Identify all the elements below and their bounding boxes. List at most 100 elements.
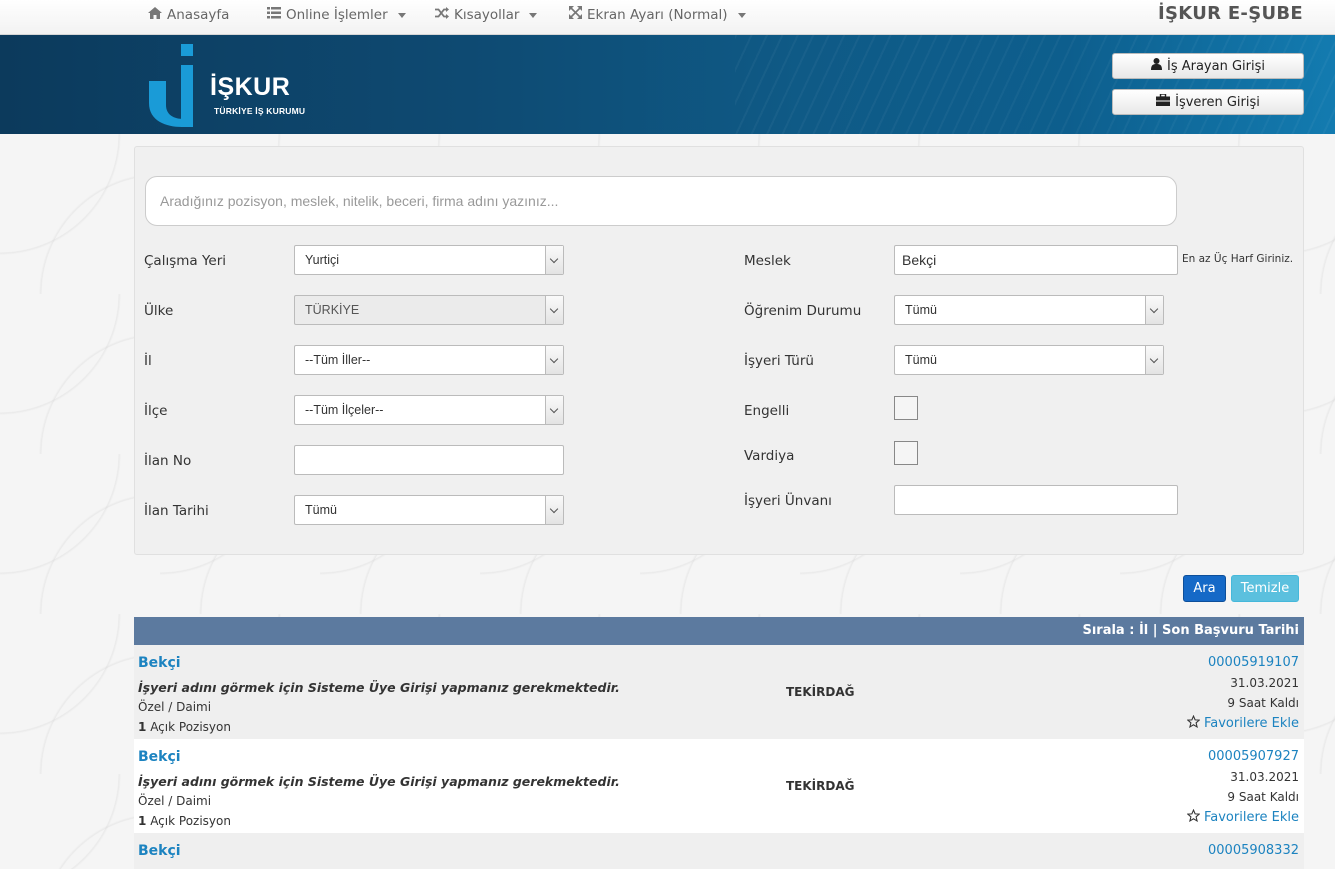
- vardiya-checkbox[interactable]: [894, 441, 918, 465]
- positions-count: 1: [138, 814, 147, 828]
- header-banner: İŞKUR TÜRKİYE İŞ KURUMU İş Arayan Girişi…: [0, 35, 1335, 134]
- chevron-down-icon: [1145, 346, 1163, 374]
- list-item: Bekçi İşyeri adını görmek için Sisteme Ü…: [134, 739, 1304, 833]
- listing-date: 31.03.2021: [1230, 770, 1299, 784]
- listing-number[interactable]: 00005907927: [1208, 749, 1299, 764]
- briefcase-icon: [1156, 93, 1171, 110]
- expand-icon: [569, 0, 582, 30]
- ilan-tarihi-select[interactable]: Tümü: [294, 495, 564, 525]
- nav-kisayollar[interactable]: Kısayollar: [435, 0, 538, 30]
- chevron-down-icon: [545, 296, 563, 324]
- listing-title[interactable]: Bekçi: [138, 843, 181, 859]
- chevron-down-icon: [545, 396, 563, 424]
- chevron-down-icon: [545, 496, 563, 524]
- search-panel: Aradığınız pozisyon, meslek, nitelik, be…: [134, 146, 1304, 555]
- calisma-yeri-label: Çalışma Yeri: [144, 253, 227, 269]
- listing-date: 31.03.2021: [1230, 676, 1299, 690]
- ulke-label: Ülke: [144, 303, 174, 319]
- chevron-down-icon: [529, 12, 538, 18]
- listing-city: TEKİRDAĞ: [786, 685, 855, 699]
- isyeri-turu-value: Tümü: [905, 353, 937, 367]
- isyeri-unvani-label: İşyeri Ünvanı: [744, 493, 832, 509]
- ogrenim-durumu-select[interactable]: Tümü: [894, 295, 1164, 325]
- meslek-input[interactable]: Bekçi: [894, 245, 1178, 275]
- listing-number[interactable]: 00005919107: [1208, 655, 1299, 670]
- nav-kisayollar-label: Kısayollar: [454, 7, 520, 23]
- il-value: --Tüm İller--: [305, 353, 371, 367]
- iskur-logo[interactable]: İŞKUR TÜRKİYE İŞ KURUMU: [148, 43, 318, 128]
- ogrenim-durumu-value: Tümü: [905, 303, 937, 317]
- listing-time-left: 9 Saat Kaldı: [1227, 790, 1299, 804]
- shuffle-icon: [435, 0, 449, 30]
- header-decoration: [735, 35, 1335, 134]
- star-icon: [1186, 714, 1201, 732]
- ulke-value: TÜRKİYE: [305, 303, 360, 317]
- logo-subtitle: TÜRKİYE İŞ KURUMU: [214, 106, 306, 116]
- list-icon: [267, 0, 281, 30]
- nav-online-islemler[interactable]: Online İşlemler: [267, 0, 406, 30]
- isyeri-turu-label: İşyeri Türü: [744, 353, 814, 369]
- vardiya-label: Vardiya: [744, 448, 795, 464]
- sort-label[interactable]: Sırala : İl | Son Başvuru Tarihi: [1082, 623, 1299, 638]
- listing-title[interactable]: Bekçi: [138, 655, 181, 671]
- listing-positions: 1 Açık Pozisyon: [138, 814, 231, 828]
- listing-positions: 1 Açık Pozisyon: [138, 720, 231, 734]
- calisma-yeri-select[interactable]: Yurtiçi: [294, 245, 564, 275]
- chevron-down-icon: [737, 12, 746, 18]
- home-icon: [148, 0, 162, 30]
- nav-home-label: Anasayfa: [167, 7, 230, 23]
- user-icon: [1150, 58, 1162, 74]
- positions-label: Açık Pozisyon: [150, 814, 231, 828]
- add-favorite-button[interactable]: Favorilere Ekle: [1186, 808, 1299, 826]
- engelli-checkbox[interactable]: [894, 396, 918, 420]
- list-item: Bekçi İşyeri adını görmek için Sisteme Ü…: [134, 645, 1304, 739]
- star-icon: [1186, 808, 1201, 826]
- listing-type: Özel / Daimi: [138, 794, 212, 808]
- ulke-select: TÜRKİYE: [294, 295, 564, 325]
- nav-ekran-ayari[interactable]: Ekran Ayarı (Normal): [569, 0, 746, 30]
- results-sort-bar: Sırala : İl | Son Başvuru Tarihi: [134, 617, 1304, 645]
- ilce-label: İlçe: [144, 403, 168, 419]
- employer-login-button[interactable]: İşveren Girişi: [1112, 89, 1304, 115]
- chevron-down-icon: [545, 246, 563, 274]
- nav-home[interactable]: Anasayfa: [148, 0, 229, 30]
- listing-time-left: 9 Saat Kaldı: [1227, 696, 1299, 710]
- ilan-tarihi-label: İlan Tarihi: [144, 503, 209, 519]
- employer-login-label: İşveren Girişi: [1175, 94, 1260, 110]
- job-seeker-login-button[interactable]: İş Arayan Girişi: [1112, 53, 1304, 79]
- ilan-no-label: İlan No: [144, 453, 192, 469]
- meslek-label: Meslek: [744, 253, 791, 269]
- list-item: Bekçi 00005908332: [134, 833, 1304, 869]
- listing-city: TEKİRDAĞ: [786, 779, 855, 793]
- isyeri-turu-select[interactable]: Tümü: [894, 345, 1164, 375]
- job-seeker-login-label: İş Arayan Girişi: [1166, 58, 1265, 74]
- iskur-logo-mark: [149, 44, 193, 127]
- positions-count: 1: [138, 720, 147, 734]
- listing-number[interactable]: 00005908332: [1208, 843, 1299, 858]
- listing-note: İşyeri adını görmek için Sisteme Üye Gir…: [138, 680, 620, 695]
- listing-title[interactable]: Bekçi: [138, 749, 181, 765]
- add-favorite-label: Favorilere Ekle: [1203, 716, 1299, 731]
- ilce-select[interactable]: --Tüm İlçeler--: [294, 395, 564, 425]
- ilan-tarihi-value: Tümü: [305, 503, 337, 517]
- calisma-yeri-value: Yurtiçi: [305, 253, 340, 267]
- add-favorite-button[interactable]: Favorilere Ekle: [1186, 714, 1299, 732]
- top-navbar: Anasayfa Online İşlemler Kısayollar Ekra…: [0, 0, 1335, 35]
- engelli-label: Engelli: [744, 403, 790, 419]
- positions-label: Açık Pozisyon: [150, 720, 231, 734]
- brand-title: İŞKUR E-ŞUBE: [1158, 3, 1303, 24]
- nav-online-label: Online İşlemler: [286, 7, 388, 23]
- listing-note: İşyeri adını görmek için Sisteme Üye Gir…: [138, 774, 620, 789]
- isyeri-unvani-input[interactable]: [894, 485, 1178, 515]
- chevron-down-icon: [1145, 296, 1163, 324]
- ogrenim-durumu-label: Öğrenim Durumu: [744, 303, 862, 319]
- logo-wordmark: İŞKUR: [210, 73, 291, 101]
- add-favorite-label: Favorilere Ekle: [1203, 810, 1299, 825]
- ilan-no-input[interactable]: [294, 445, 564, 475]
- meslek-hint: En az Üç Harf Giriniz.: [1182, 253, 1294, 265]
- listing-type: Özel / Daimi: [138, 700, 212, 714]
- keyword-search-input[interactable]: Aradığınız pozisyon, meslek, nitelik, be…: [145, 176, 1177, 226]
- il-select[interactable]: --Tüm İller--: [294, 345, 564, 375]
- search-button[interactable]: Ara: [1183, 575, 1226, 602]
- clear-button[interactable]: Temizle: [1231, 575, 1299, 602]
